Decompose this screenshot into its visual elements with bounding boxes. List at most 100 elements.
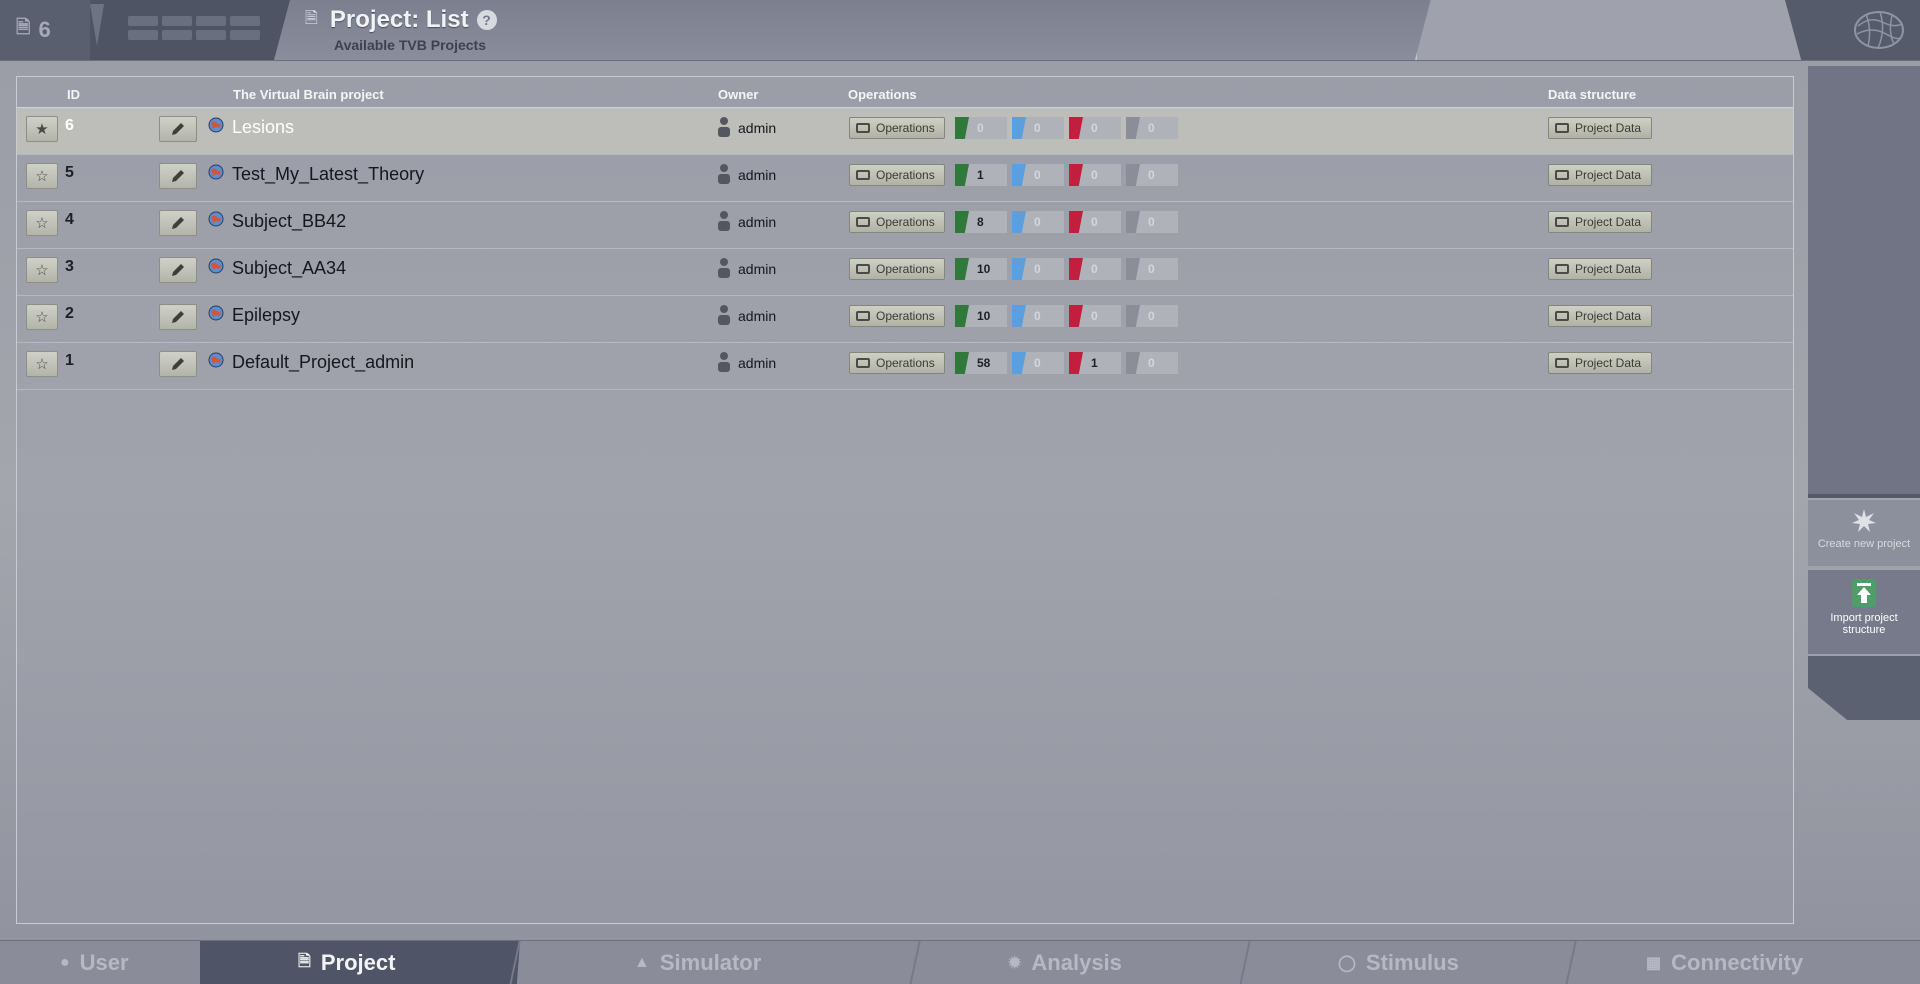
- finished-ops-counter[interactable]: 10: [955, 258, 1007, 280]
- operations-button[interactable]: Operations: [849, 352, 945, 374]
- table-row[interactable]: ☆ 4 Subject_BB42 admin Operations 8 0 0 …: [17, 202, 1793, 249]
- started-ops-counter[interactable]: 0: [1012, 258, 1064, 280]
- import-project-structure-button[interactable]: Import project structure: [1808, 570, 1920, 654]
- monitor-icon: [856, 123, 870, 133]
- operations-button[interactable]: Operations: [849, 164, 945, 186]
- table-row[interactable]: ☆ 2 Epilepsy admin Operations 10 0 0 0 P…: [17, 296, 1793, 343]
- pencil-icon: [172, 264, 184, 276]
- table-row[interactable]: ★ 6 Lesions admin Operations 0 0 0 0 Pro…: [17, 108, 1793, 155]
- project-name[interactable]: Subject_BB42: [232, 211, 346, 232]
- import-project-structure-label: Import project structure: [1830, 612, 1898, 636]
- project-globe-icon: [208, 211, 224, 227]
- project-owner: admin: [738, 120, 777, 136]
- monitor-icon: [1555, 311, 1569, 321]
- finished-ops-counter[interactable]: 8: [955, 211, 1007, 233]
- grid-view-icon[interactable]: [128, 16, 260, 40]
- project-data-button[interactable]: Project Data: [1548, 352, 1652, 374]
- project-name[interactable]: Test_My_Latest_Theory: [232, 164, 424, 185]
- started-ops-counter[interactable]: 0: [1012, 352, 1064, 374]
- edit-button[interactable]: [159, 116, 197, 142]
- edit-button[interactable]: [159, 304, 197, 330]
- canceled-ops-counter[interactable]: 0: [1126, 117, 1178, 139]
- page-title: Project: List: [329, 6, 469, 33]
- create-new-project-button[interactable]: Create new project: [1808, 500, 1920, 566]
- bottom-navigation: ● User 🗎 Project ▲ Simulator ✹ Analysis …: [0, 940, 1920, 984]
- help-icon[interactable]: ?: [476, 10, 497, 30]
- status-flag-icon: [1012, 352, 1026, 374]
- canceled-ops-counter[interactable]: 0: [1126, 164, 1178, 186]
- canceled-ops-counter[interactable]: 0: [1126, 305, 1178, 327]
- error-ops-counter[interactable]: 0: [1069, 211, 1121, 233]
- canceled-ops-counter[interactable]: 0: [1126, 258, 1178, 280]
- project-name[interactable]: Epilepsy: [232, 305, 300, 326]
- project-data-button[interactable]: Project Data: [1548, 164, 1652, 186]
- table-row[interactable]: ☆ 3 Subject_AA34 admin Operations 10 0 0…: [17, 249, 1793, 296]
- operations-button[interactable]: Operations: [849, 258, 945, 280]
- pencil-icon: [172, 358, 184, 370]
- tab-divider: [909, 941, 921, 984]
- edit-button[interactable]: [159, 210, 197, 236]
- star-icon: ★: [35, 121, 49, 138]
- document-icon: 🗎: [298, 952, 311, 970]
- tab-project[interactable]: 🗎 Project: [200, 941, 520, 984]
- operations-button[interactable]: Operations: [849, 117, 945, 139]
- star-button[interactable]: ☆: [26, 210, 58, 236]
- project-data-button[interactable]: Project Data: [1548, 211, 1652, 233]
- started-ops-counter[interactable]: 0: [1012, 211, 1064, 233]
- star-button[interactable]: ☆: [26, 257, 58, 283]
- tab-connectivity[interactable]: ▦ Connectivity: [1646, 941, 1916, 984]
- finished-ops-counter[interactable]: 58: [955, 352, 1007, 374]
- project-id: 2: [65, 305, 74, 322]
- project-data-button[interactable]: Project Data: [1548, 305, 1652, 327]
- tab-stimulus[interactable]: ◯ Stimulus: [1338, 941, 1568, 984]
- project-owner: admin: [738, 214, 777, 230]
- finished-ops-counter[interactable]: 10: [955, 305, 1007, 327]
- column-header-name[interactable]: The Virtual Brain project: [233, 87, 384, 102]
- error-ops-counter[interactable]: 0: [1069, 258, 1121, 280]
- star-button[interactable]: ★: [26, 116, 58, 142]
- edit-button[interactable]: [159, 351, 197, 377]
- table-row[interactable]: ☆ 5 Test_My_Latest_Theory admin Operatio…: [17, 155, 1793, 202]
- error-ops-counter[interactable]: 1: [1069, 352, 1121, 374]
- star-icon: ☆: [35, 215, 49, 232]
- started-ops-counter[interactable]: 0: [1012, 164, 1064, 186]
- status-flag-icon: [1126, 117, 1140, 139]
- project-name[interactable]: Default_Project_admin: [232, 352, 414, 373]
- canceled-ops-counter[interactable]: 0: [1126, 352, 1178, 374]
- started-ops-counter[interactable]: 0: [1012, 305, 1064, 327]
- project-name[interactable]: Lesions: [232, 117, 294, 138]
- view-switcher[interactable]: [90, 0, 290, 60]
- column-header-owner[interactable]: Owner: [718, 87, 758, 102]
- table-row[interactable]: ☆ 1 Default_Project_admin admin Operatio…: [17, 343, 1793, 390]
- project-data-button[interactable]: Project Data: [1548, 258, 1652, 280]
- canceled-ops-counter[interactable]: 0: [1126, 211, 1178, 233]
- operations-button[interactable]: Operations: [849, 305, 945, 327]
- status-flag-icon: [955, 164, 969, 186]
- star-button[interactable]: ☆: [26, 163, 58, 189]
- collapse-arrow-icon[interactable]: [90, 4, 104, 46]
- projects-table: ID The Virtual Brain project Owner Opera…: [16, 76, 1794, 924]
- tab-simulator[interactable]: ▲ Simulator: [634, 941, 894, 984]
- error-ops-counter[interactable]: 0: [1069, 164, 1121, 186]
- star-icon: ☆: [35, 262, 49, 279]
- project-id: 6: [65, 117, 74, 134]
- star-icon: ☆: [35, 356, 49, 373]
- column-header-id[interactable]: ID: [67, 87, 80, 102]
- edit-button[interactable]: [159, 257, 197, 283]
- status-flag-icon: [1126, 211, 1140, 233]
- finished-ops-counter[interactable]: 1: [955, 164, 1007, 186]
- operations-button[interactable]: Operations: [849, 211, 945, 233]
- tab-analysis[interactable]: ✹ Analysis: [1008, 941, 1238, 984]
- status-flag-icon: [1069, 164, 1083, 186]
- project-name[interactable]: Subject_AA34: [232, 258, 346, 279]
- star-button[interactable]: ☆: [26, 351, 58, 377]
- error-ops-counter[interactable]: 0: [1069, 305, 1121, 327]
- edit-button[interactable]: [159, 163, 197, 189]
- started-ops-counter[interactable]: 0: [1012, 117, 1064, 139]
- star-button[interactable]: ☆: [26, 304, 58, 330]
- error-ops-counter[interactable]: 0: [1069, 117, 1121, 139]
- project-counter[interactable]: 🗎 6: [0, 0, 90, 60]
- project-data-button[interactable]: Project Data: [1548, 117, 1652, 139]
- tab-user[interactable]: ● User: [60, 941, 200, 984]
- finished-ops-counter[interactable]: 0: [955, 117, 1007, 139]
